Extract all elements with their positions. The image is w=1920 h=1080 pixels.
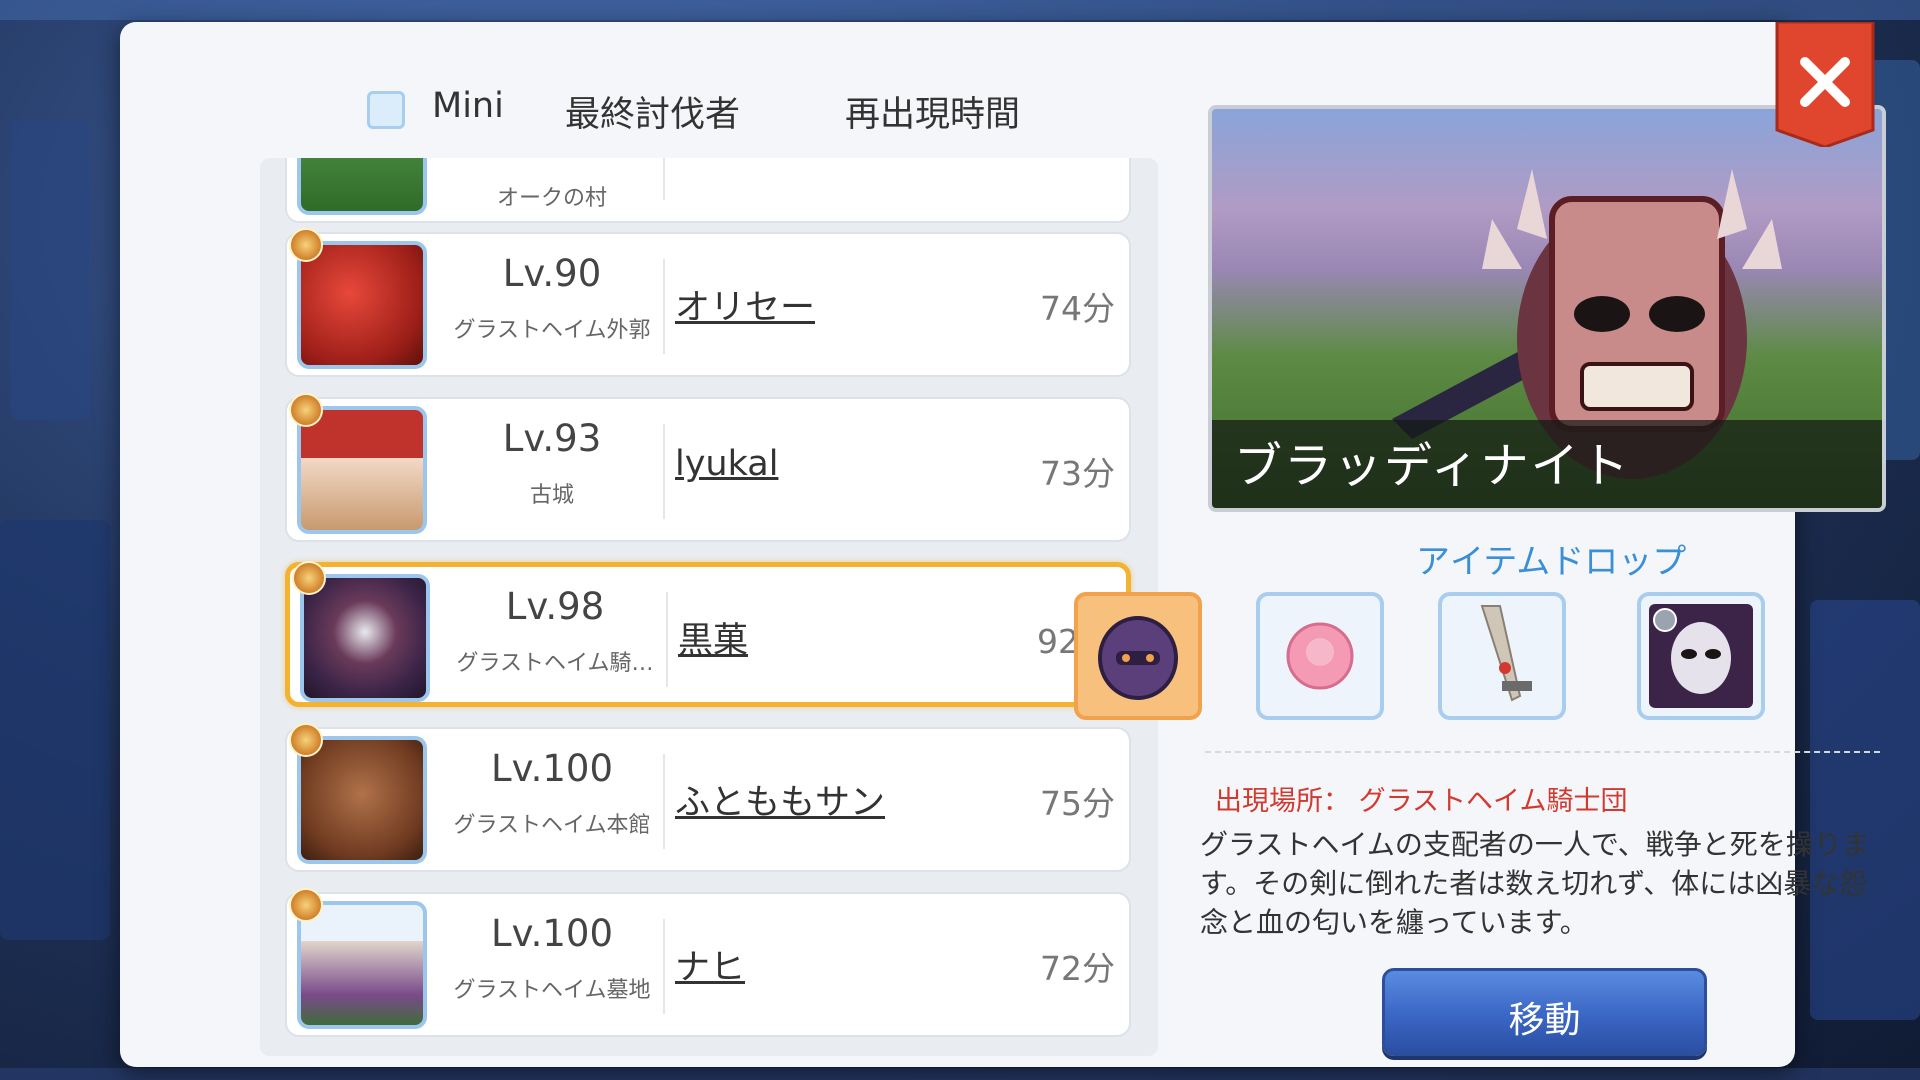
boss-preview: ブラッディナイト (1208, 105, 1886, 512)
helm-card-icon (1098, 616, 1178, 700)
item-drop-title: アイテムドロップ (1416, 542, 1687, 582)
drop-item[interactable] (1438, 592, 1566, 720)
last-killer-link[interactable]: 黒菓 (678, 612, 748, 663)
list-item-selected[interactable]: Lv.98 グラストヘイム騎… 黒菓 92分 (285, 561, 1131, 707)
drill-spear-icon (1480, 605, 1532, 702)
drop-item[interactable] (1256, 592, 1384, 720)
boss-level: Lv.100 (490, 747, 614, 790)
move-button-label: 移動 (1508, 1000, 1581, 1041)
mvp-crown-icon (289, 888, 323, 922)
mvp-crown-icon (289, 393, 323, 427)
pink-rose-icon (1286, 622, 1354, 690)
list-item[interactable]: Lv.90 グラストヘイム外郭 オリセー 74分 (285, 228, 1131, 377)
last-killer-header: 最終討伐者 (565, 95, 741, 135)
mvp-boss-panel: Mini 最終討伐者 再出現時間 オークの村 Lv.90 グラストヘイム外郭 オ… (120, 22, 1886, 1067)
red-dragon-portrait (297, 241, 427, 369)
boss-description: グラストヘイムの支配者の一人で、戦争と死を操ります。その剣に倒れた者は数え切れず… (1200, 828, 1870, 939)
spawn-location: 出現場所： グラストヘイム騎士団 (1215, 786, 1628, 817)
orc-portrait (297, 158, 427, 215)
drop-item[interactable] (1074, 592, 1202, 720)
respawn-time: 74分 (1040, 289, 1115, 328)
mvp-crown-icon (289, 228, 323, 262)
mvp-crown-icon (289, 723, 323, 757)
close-icon (1775, 22, 1875, 147)
drop-item[interactable] (1637, 592, 1765, 720)
bloody-knight-card-icon (1649, 604, 1753, 708)
list-item[interactable]: Lv.93 古城 lyukal 73分 (285, 393, 1131, 542)
last-killer-link[interactable]: ナヒ (675, 939, 745, 990)
boss-map: グラストヘイム騎… (456, 651, 654, 676)
mvp-crown-icon (292, 561, 326, 595)
respawn-time: 73分 (1040, 454, 1115, 493)
top-hat-cat-portrait (297, 406, 427, 534)
boss-map: オークの村 (496, 186, 607, 211)
move-button[interactable]: 移動 (1382, 968, 1707, 1056)
bloody-knight-portrait (300, 574, 430, 702)
respawn-time-header: 再出現時間 (845, 95, 1021, 135)
horned-demon-portrait (297, 736, 427, 864)
close-button[interactable] (1775, 22, 1875, 147)
list-item[interactable]: Lv.100 グラストヘイム墓地 ナヒ 72分 (285, 888, 1131, 1037)
list-item[interactable]: Lv.100 グラストヘイム本館 ふとももサン 75分 (285, 723, 1131, 872)
respawn-time: 75分 (1040, 784, 1115, 823)
boss-map: 古城 (529, 483, 574, 508)
boss-name: ブラッディナイト (1234, 438, 1631, 494)
mini-label: Mini (432, 86, 504, 126)
boss-map: グラストヘイム外郭 (453, 318, 651, 343)
mini-checkbox[interactable] (367, 91, 405, 129)
last-killer-link[interactable]: ふとももサン (675, 774, 885, 825)
respawn-time: 72分 (1040, 949, 1115, 988)
list-item[interactable]: オークの村 (285, 158, 1131, 223)
boss-level: Lv.90 (502, 252, 602, 295)
boss-list[interactable]: オークの村 Lv.90 グラストヘイム外郭 オリセー 74分 Lv.93 古城 … (260, 158, 1158, 1056)
boss-level: Lv.100 (490, 912, 614, 955)
boss-map: グラストヘイム本館 (453, 813, 651, 838)
last-killer-link[interactable]: lyukal (675, 444, 778, 484)
skeleton-lord-portrait (297, 901, 427, 1029)
boss-level: Lv.98 (505, 585, 605, 628)
boss-level: Lv.93 (502, 417, 602, 460)
boss-map: グラストヘイム墓地 (453, 978, 651, 1003)
last-killer-link[interactable]: オリセー (675, 279, 815, 330)
